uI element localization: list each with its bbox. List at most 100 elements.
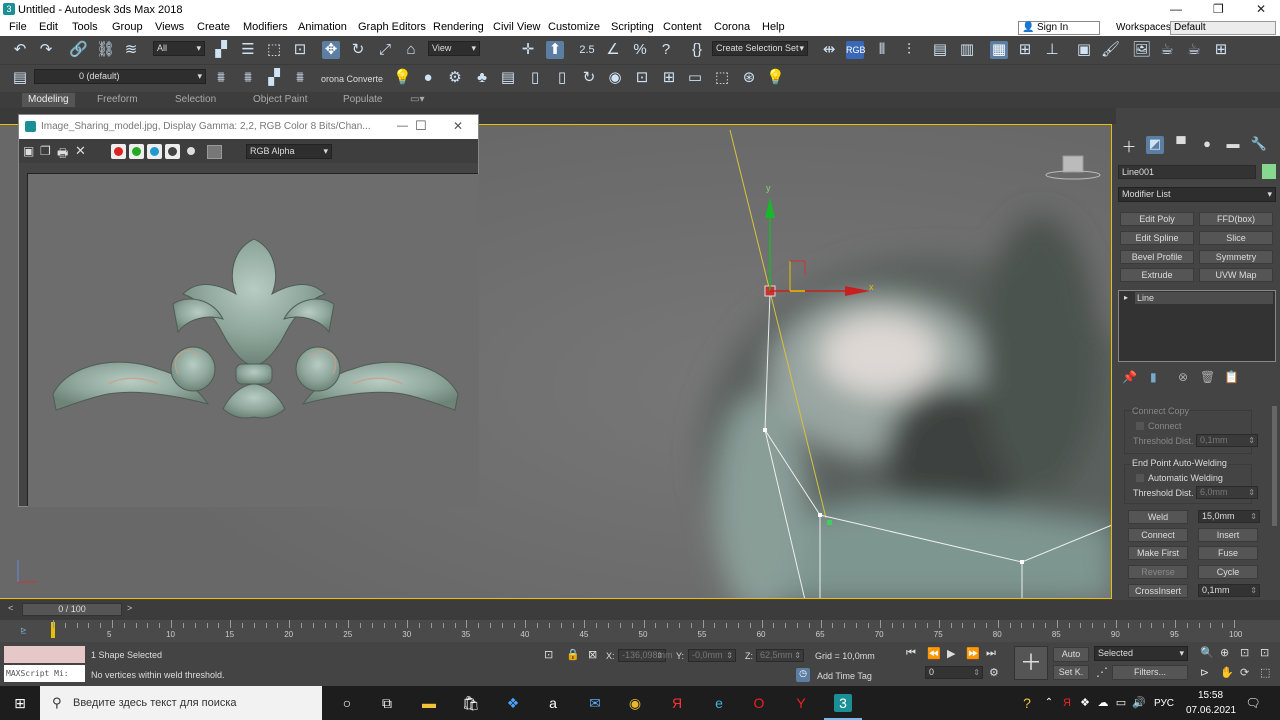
motion-tab-icon[interactable]: ● [1198,136,1216,154]
align-icon[interactable]: ⫴ [873,41,891,59]
connect-button[interactable]: Connect [1128,528,1188,542]
layer-dropdown[interactable]: 0 (default) [34,69,206,84]
time-config-icon[interactable]: ⚙ [989,666,999,679]
clone-image-icon[interactable]: ❐ [40,144,51,158]
alpha-channel-icon[interactable] [165,144,180,159]
tab-modeling[interactable]: Modeling [22,93,75,107]
print-image-icon[interactable]: 🖶 [57,144,68,165]
menu-edit[interactable]: Edit [39,21,58,33]
zoom-all-icon[interactable]: ⊕ [1220,646,1229,659]
cycle-button[interactable]: Cycle [1198,565,1258,579]
help-icon[interactable]: ? [1018,694,1036,712]
show-end-result-icon[interactable]: ▮ [1150,370,1157,384]
corona-bulb-icon[interactable]: 💡 [766,69,785,87]
configure-sets-icon[interactable]: 📋 [1224,370,1239,384]
select-manipulate-icon[interactable]: ⬆ [546,41,564,59]
image-minimize-icon[interactable]: — [397,120,408,132]
add-time-tag[interactable]: Add Time Tag [817,671,872,681]
menu-file[interactable]: File [9,21,27,33]
select-in-layer-icon[interactable]: ▞ [265,69,283,87]
maximize-icon[interactable]: ❐ [1213,2,1224,16]
next-frame-icon[interactable]: ⏩ [966,647,980,660]
add-to-layer-icon[interactable]: ⩩ [239,69,257,87]
green-channel-icon[interactable] [129,144,144,159]
create-layer-icon[interactable]: ⩩ [212,69,230,87]
link-icon[interactable]: 🔗 [69,41,88,59]
select-scale-icon[interactable]: ⤢ [376,41,394,59]
task-view-icon[interactable]: ⧉ [378,694,396,712]
blue-channel-icon[interactable] [147,144,162,159]
taskbar-search[interactable]: ⚲ Введите здесь текст для поиска [40,686,322,720]
layer-manager-icon[interactable]: ▤ [11,69,29,87]
extrude-button[interactable]: Extrude [1120,268,1194,282]
menu-civil-view[interactable]: Civil View [493,21,540,33]
goto-start-icon[interactable]: ⏮ [906,647,916,660]
menu-modifiers[interactable]: Modifiers [243,21,288,33]
edit-named-sel-icon[interactable]: {} [688,41,706,59]
set-key-icon[interactable]: ＋ [1014,646,1048,680]
image-close-icon[interactable]: ✕ [453,119,463,133]
schematic-view-icon[interactable]: ⊞ [1016,41,1034,59]
filters-button[interactable]: Filters... [1112,665,1188,680]
snap-toggle-icon[interactable]: 2.5 [578,41,596,59]
tray-dropbox-icon[interactable]: ❖ [1076,694,1094,712]
automatic-welding-checkbox[interactable] [1136,474,1144,482]
cross-insert-button[interactable]: CrossInsert [1128,584,1188,598]
connect-checkbox[interactable] [1136,422,1144,430]
prev-frame-icon[interactable]: ⏪ [927,647,941,660]
mono-icon[interactable] [187,147,195,155]
tab-populate[interactable]: Populate [343,94,382,105]
goto-end-icon[interactable]: ⏭ [986,647,996,660]
render-setup-icon[interactable]: ▣ [1075,41,1093,59]
utilities-tab-icon[interactable]: 🔧 [1250,136,1268,154]
play-icon[interactable]: ▶ [947,647,955,660]
threshold-spinner[interactable]: 0,1mm [1196,434,1258,447]
mail-icon[interactable]: ✉ [586,694,604,712]
menu-group[interactable]: Group [112,21,143,33]
pivot-center-icon[interactable]: ✛ [519,41,537,59]
hierarchy-tab-icon[interactable]: ▀ [1172,136,1190,154]
corona-eye-icon[interactable]: ⊛ [740,69,758,87]
clock-date[interactable]: 07.06.2021 [1186,705,1236,716]
x-coord-field[interactable]: -136,098mm [618,649,673,662]
menu-customize[interactable]: Customize [548,21,600,33]
panel-scrollbar[interactable] [1272,406,1277,526]
file-explorer-icon[interactable]: ▬ [420,694,438,712]
make-first-button[interactable]: Make First [1128,546,1188,560]
select-move-icon[interactable]: ✥ [322,41,340,59]
slice-button[interactable]: Slice [1199,231,1273,245]
corona-sun-icon[interactable]: ● [419,69,437,87]
corona-converter-label[interactable]: orona Converte [321,74,383,84]
tray-cloud-icon[interactable]: ☁ [1094,694,1112,712]
create-tab-icon[interactable]: ＋ [1120,136,1138,156]
menu-graph-editors[interactable]: Graph Editors [358,21,426,33]
tray-network-icon[interactable]: ▭ [1112,694,1130,712]
menu-animation[interactable]: Animation [298,21,347,33]
set-current-layer-icon[interactable]: ⩩ [291,69,309,87]
yandex-icon[interactable]: Я [668,694,686,712]
weld-spinner[interactable]: 15,0mm [1198,510,1260,523]
undo-icon[interactable]: ↶ [11,41,29,59]
reverse-button[interactable]: Reverse [1128,565,1188,579]
uvw-map-button[interactable]: UVW Map [1199,268,1273,282]
mirror-icon[interactable]: ⇹ [820,41,838,59]
save-image-icon[interactable]: ▣ [23,144,34,158]
corona-interactive-icon[interactable]: ▯ [526,69,544,87]
time-tag-icon[interactable]: ◷ [796,668,810,682]
render-active-icon[interactable]: ☕ [1185,41,1203,59]
chrome-icon[interactable]: ◉ [626,694,644,712]
corona-box-icon[interactable]: ▭ [686,69,704,87]
select-rotate-icon[interactable]: ↻ [349,41,367,59]
store-icon[interactable]: 🛍 [462,694,480,712]
pin-stack-icon[interactable]: 📌 [1122,370,1137,384]
cross-insert-spinner[interactable]: 0,1mm [1198,584,1260,597]
display-tab-icon[interactable]: ▬ [1224,136,1242,154]
reference-coord-dropdown[interactable]: View [428,41,480,56]
ffd-box-button[interactable]: FFD(box) [1199,212,1273,226]
menu-corona[interactable]: Corona [714,21,750,33]
minimize-icon[interactable]: — [1170,2,1182,16]
menu-tools[interactable]: Tools [72,21,98,33]
tab-selection[interactable]: Selection [175,94,216,105]
menu-rendering[interactable]: Rendering [433,21,484,33]
dropbox-icon[interactable]: ❖ [504,694,522,712]
